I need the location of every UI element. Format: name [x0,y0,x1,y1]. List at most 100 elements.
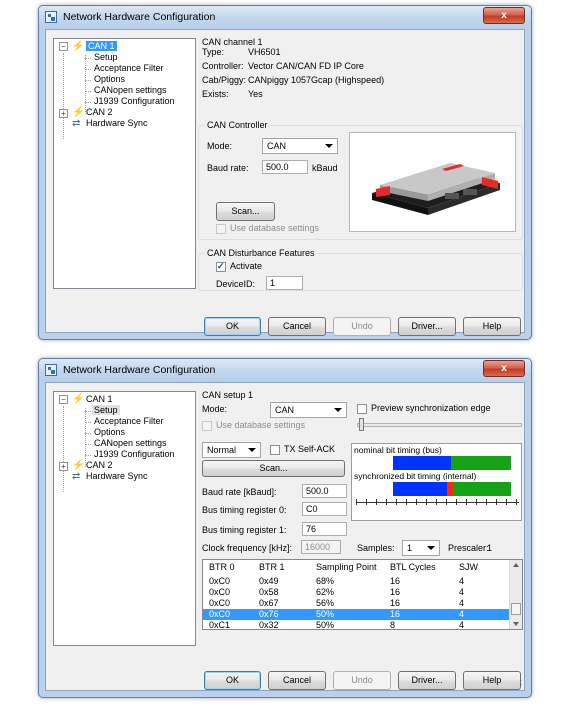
cell: 50% [316,620,335,630]
tree-item-setup[interactable]: Setup [94,52,118,63]
collapse-icon[interactable]: − [59,42,68,51]
tree-line [63,406,64,492]
tree-item-hardware-sync[interactable]: Hardware Sync [86,471,148,482]
close-button[interactable]: x [483,360,525,377]
header-btr1[interactable]: BTR 1 [253,562,310,573]
tree-item-canopen-settings[interactable]: CANopen settings [94,85,167,96]
cell: 4 [459,620,465,630]
tree-item-can2[interactable]: CAN 2 [86,460,113,471]
btr-table[interactable]: BTR 0 BTR 1 Sampling Point BTL Cycles SJ… [202,559,523,630]
close-button[interactable]: x [483,7,525,24]
scan-button[interactable]: Scan... [202,460,345,477]
table-row[interactable]: 0xC1 0x32 50% 8 4 [203,620,509,630]
mode-label: Mode: [202,404,228,414]
scrollbar-thumb[interactable] [511,603,521,615]
cancel-button[interactable]: Cancel [268,671,326,690]
normal-select[interactable]: Normal [202,442,261,458]
help-button[interactable]: Help [463,671,521,690]
mode-select[interactable]: CAN [270,402,347,418]
title-bar[interactable]: Network Hardware Configuration x [39,359,531,381]
tree-item-can1[interactable]: CAN 1 [86,394,113,405]
cell: 4 [459,576,465,586]
table-scrollbar[interactable] [509,560,522,629]
info-type-label: Type: [202,47,225,57]
tx-self-ack-checkbox[interactable] [270,445,280,455]
baud-rate-label: Baud rate [kBaud]: [202,487,277,497]
expand-icon[interactable]: + [59,109,68,118]
header-sjw[interactable]: SJW [453,562,509,573]
tree-item-can1[interactable]: CAN 1 [86,41,117,52]
tree-item-options[interactable]: Options [94,74,125,85]
window-title: Network Hardware Configuration [63,11,216,23]
tree-item-options[interactable]: Options [94,427,125,438]
cell: 4 [459,598,465,608]
cell: 62% [316,587,335,597]
cell: 0x67 [259,598,279,608]
mode-select[interactable]: CAN [262,138,338,154]
driver-button[interactable]: Driver... [398,317,456,336]
tree-view[interactable]: − ⚡ CAN 1 Setup Acceptance Filter Option… [53,391,196,646]
table-row[interactable]: 0xC0 0x67 56% 16 4 [203,598,509,609]
table-row[interactable]: 0xC0 0x58 62% 16 4 [203,587,509,598]
tree-item-acceptance-filter[interactable]: Acceptance Filter [94,63,164,74]
btr0-input[interactable]: C0 [302,502,347,516]
driver-button[interactable]: Driver... [398,671,456,690]
table-row-selected[interactable]: 0xC0 0x76 50% 16 4 [203,609,509,620]
tree-line [85,411,91,412]
cell: 0xC0 [209,576,231,586]
hardware-sync-icon: ⇄ [72,118,81,129]
header-btl-cycles[interactable]: BTL Cycles [384,562,453,573]
tree-line [85,80,91,81]
undo-button[interactable]: Undo [333,671,391,690]
cell: 16 [390,598,401,608]
help-button[interactable]: Help [463,317,521,336]
use-database-checkbox[interactable] [202,421,212,431]
mode-select-value: CAN [275,405,295,415]
dialog-client: − ⚡ CAN 1 Setup Acceptance Filter Option… [45,29,525,336]
baud-rate-input[interactable]: 500.0 [262,160,308,174]
scroll-down-icon[interactable] [513,622,519,626]
cell: 16 [390,576,401,586]
tree-item-hardware-sync[interactable]: Hardware Sync [86,118,148,129]
samples-select[interactable]: 1 [402,540,440,556]
clock-frequency-input[interactable]: 16000 [301,540,341,554]
header-sampling-point[interactable]: Sampling Point [310,562,384,573]
tree-item-j1939-configuration[interactable]: J1939 Configuration [94,449,175,460]
tree-item-setup[interactable]: Setup [92,405,120,416]
tree-item-canopen-settings[interactable]: CANopen settings [94,438,167,449]
btr0-label: Bus timing register 0: [202,505,287,515]
chevron-down-icon [334,408,342,412]
collapse-icon[interactable]: − [59,395,68,404]
expand-icon[interactable]: + [59,462,68,471]
tree-item-j1939-configuration[interactable]: J1939 Configuration [94,96,175,107]
undo-button[interactable]: Undo [333,317,391,336]
title-bar[interactable]: Network Hardware Configuration x [39,6,531,28]
btr1-label: Bus timing register 1: [202,525,287,535]
cancel-button[interactable]: Cancel [268,317,326,336]
samples-label: Samples: [357,543,395,553]
scroll-up-icon[interactable] [513,563,519,567]
baud-rate-input[interactable]: 500.0 [302,484,347,498]
tree-line [85,422,91,423]
activate-checkbox[interactable] [216,261,226,272]
device-id-input[interactable]: 1 [266,276,303,290]
preview-slider-track[interactable] [357,423,522,427]
scan-button[interactable]: Scan... [216,202,275,221]
tree-item-can2[interactable]: CAN 2 [86,107,113,118]
ok-button[interactable]: OK [204,671,261,690]
use-database-checkbox[interactable] [216,224,226,234]
preview-sync-edge-checkbox[interactable] [357,404,367,414]
cell: 0x32 [259,620,279,630]
table-row[interactable]: 0xC0 0x49 68% 16 4 [203,576,509,587]
tree-item-acceptance-filter[interactable]: Acceptance Filter [94,416,164,427]
preview-slider-thumb[interactable] [359,418,364,431]
info-exists-label: Exists: [202,89,229,99]
btr1-input[interactable]: 76 [302,522,347,536]
tree-view[interactable]: − ⚡ CAN 1 Setup Acceptance Filter Option… [53,38,196,289]
prescaler-label: Prescaler: [448,543,489,553]
dialog-client: − ⚡ CAN 1 Setup Acceptance Filter Option… [45,382,525,691]
header-btr0[interactable]: BTR 0 [203,562,253,573]
ok-button[interactable]: OK [204,317,261,336]
sync-segment-blue [393,482,447,496]
vh6501-device-picture [372,163,500,215]
